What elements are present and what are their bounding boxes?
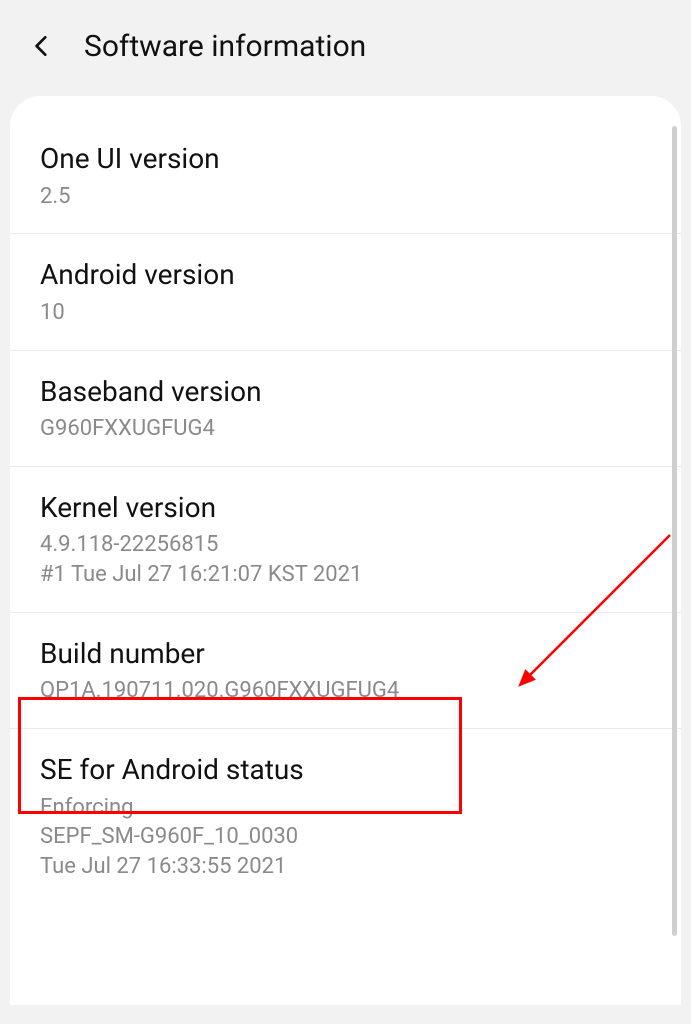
item-baseband-version[interactable]: Baseband version G960FXXUGFUG4: [10, 351, 681, 467]
item-value: 4.9.118-22256815 #1 Tue Jul 27 16:21:07 …: [40, 530, 651, 589]
item-title: One UI version: [40, 142, 651, 176]
item-value: 2.5: [40, 182, 651, 212]
item-value: QP1A.190711.020.G960FXXUGFUG4: [40, 676, 651, 706]
item-se-android-status[interactable]: SE for Android status Enforcing SEPF_SM-…: [10, 729, 681, 904]
item-one-ui-version[interactable]: One UI version 2.5: [10, 118, 681, 234]
item-title: Baseband version: [40, 375, 651, 409]
item-title: Build number: [40, 637, 651, 671]
item-title: SE for Android status: [40, 753, 651, 787]
header-bar: Software information: [0, 0, 691, 96]
item-build-number[interactable]: Build number QP1A.190711.020.G960FXXUGFU…: [10, 613, 681, 729]
item-value: Enforcing SEPF_SM-G960F_10_0030 Tue Jul …: [40, 793, 651, 882]
item-kernel-version[interactable]: Kernel version 4.9.118-22256815 #1 Tue J…: [10, 467, 681, 613]
scrollbar[interactable]: [672, 126, 677, 936]
settings-card: One UI version 2.5 Android version 10 Ba…: [10, 96, 681, 1005]
item-value: G960FXXUGFUG4: [40, 414, 651, 444]
item-title: Kernel version: [40, 491, 651, 525]
item-title: Android version: [40, 258, 651, 292]
back-button[interactable]: [20, 24, 64, 68]
item-android-version[interactable]: Android version 10: [10, 234, 681, 350]
page-title: Software information: [84, 29, 366, 64]
item-value: 10: [40, 298, 651, 328]
back-icon: [29, 33, 55, 59]
